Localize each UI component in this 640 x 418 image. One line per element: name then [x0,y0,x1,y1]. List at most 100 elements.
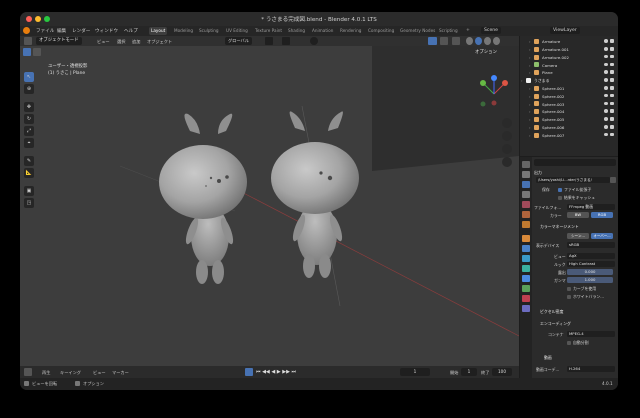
shading-material-icon[interactable] [484,37,491,45]
shading-wireframe-icon[interactable] [466,37,473,45]
editor-type-icon[interactable] [24,37,32,45]
visibility-icon[interactable] [428,37,437,45]
render-camera-icon[interactable] [610,93,614,98]
tab-scripting[interactable]: Scripting [437,27,460,35]
expand-chevron-icon[interactable]: › [529,63,531,68]
end-frame-field[interactable]: 100 [492,368,512,376]
particles-tab-icon[interactable] [522,255,530,262]
material-tab-icon[interactable] [522,295,530,302]
timeline[interactable]: 再生 キーイング ビュー マーカー ⏮ ◀◀ ◀ ▶ ▶▶ ⏭ 1 開始 1 終… [20,366,519,378]
outliner-row[interactable]: › Sphere.006 [520,124,618,132]
menu-add[interactable]: 追加 [132,39,140,45]
expand-chevron-icon[interactable]: › [529,133,531,138]
playback-controls-icon[interactable]: ⏮ ◀◀ ◀ ▶ ▶▶ ⏭ [256,369,296,375]
expand-chevron-icon[interactable]: › [529,70,531,75]
move-tool-icon[interactable]: ✥ [24,102,34,112]
render-camera-icon[interactable] [610,109,614,113]
menu-select[interactable]: 選択 [117,39,125,45]
add-object-tool-icon[interactable]: ◳ [24,198,34,208]
visibility-eye-icon[interactable] [604,70,608,74]
menu-object[interactable]: オブジェクト [147,39,172,45]
object-tab-icon[interactable] [522,235,530,242]
tab-rendering[interactable]: Rendering [338,27,363,35]
tab-shading[interactable]: Shading [286,27,307,35]
shading-rendered-icon[interactable] [493,37,500,45]
visibility-eye-icon[interactable] [604,86,608,90]
use-curves-checkbox[interactable] [567,286,571,291]
view-layer-selector[interactable]: ViewLayer [550,27,580,34]
output-properties-tab-icon[interactable] [522,181,530,188]
tool-properties-tab-icon[interactable] [522,161,530,168]
visibility-eye-icon[interactable] [604,117,608,121]
overlay-icon[interactable] [452,37,460,45]
current-frame-field[interactable]: 1 [400,368,430,376]
render-camera-icon[interactable] [610,125,614,129]
camera-view-icon[interactable] [502,144,512,154]
outliner-row[interactable]: › うさまる [520,77,618,85]
override-button[interactable]: オーバー... [591,233,613,239]
scene-tab-icon[interactable] [522,201,530,208]
cache-result-checkbox[interactable] [558,195,562,200]
properties-editor[interactable]: 出力 /Users/yoshi/Li...rder/うさまる/ 保存 ファイル拡… [520,157,618,390]
render-camera-icon[interactable] [610,70,614,74]
visibility-eye-icon[interactable] [604,109,608,113]
timeline-editor-type-icon[interactable] [24,368,32,376]
tab-modeling[interactable]: Modeling [172,27,195,35]
tab-geometry-nodes[interactable]: Geometry Nodes [398,27,437,35]
collection-tab-icon[interactable] [522,221,530,228]
physics-tab-icon[interactable] [522,265,530,272]
playback-menu[interactable]: 再生 [42,370,50,376]
visibility-eye-icon[interactable] [604,93,608,98]
tab-compositing[interactable]: Compositing [366,27,396,35]
modifier-tab-icon[interactable] [522,245,530,252]
transform-tool-icon[interactable]: ⌖ [24,138,34,148]
outliner-row[interactable]: › Armature.001 [520,46,618,54]
container-selector[interactable]: MPEG-4 [567,331,615,337]
expand-chevron-icon[interactable]: › [529,102,531,107]
rabbit-model-right[interactable] [271,111,359,278]
gamma-slider[interactable]: 1.000 [567,277,613,283]
rabbit-model-left[interactable] [159,113,247,284]
expand-chevron-icon[interactable]: › [529,47,531,52]
visibility-eye-icon[interactable] [604,62,608,67]
render-camera-icon[interactable] [610,132,614,137]
color-bw-button[interactable]: BW [567,212,589,218]
visibility-eye-icon[interactable] [604,78,608,82]
cursor-tool-icon[interactable]: ⊕ [24,84,34,94]
visibility-eye-icon[interactable] [604,54,608,59]
encoding-section-header[interactable]: エンコーディング [540,321,571,327]
display-device-selector[interactable]: sRGB [567,242,615,248]
tab-uv-editing[interactable]: UV Editing [224,27,250,35]
outliner-row[interactable]: › Sphere.005 [520,116,618,124]
outliner-row[interactable]: › Armature [520,38,618,46]
transform-orientation-selector[interactable]: グローバル [225,37,252,45]
render-camera-icon[interactable] [610,117,614,121]
pivot-icon[interactable] [265,37,273,45]
render-camera-icon[interactable] [610,62,614,67]
rotate-tool-icon[interactable]: ↻ [24,114,34,124]
select-box-tool-icon[interactable]: ↖ [24,72,34,82]
viewport-options-button[interactable]: オプション [475,49,497,55]
color-rgb-button[interactable]: RGB [591,212,613,218]
world-tab-icon[interactable] [522,211,530,218]
visibility-eye-icon[interactable] [604,125,608,129]
outliner-row[interactable]: › Sphere.007 [520,132,618,140]
outliner-row[interactable]: › Sphere.004 [520,108,618,116]
color-management-section-header[interactable]: カラーマネージメント [540,224,579,230]
expand-chevron-icon[interactable]: › [529,125,531,130]
perspective-toggle-icon[interactable] [502,157,512,167]
menu-file[interactable]: ファイル [36,28,54,34]
pan-view-icon[interactable] [502,131,512,141]
shading-solid-icon[interactable] [475,37,482,45]
exposure-slider[interactable]: 0.000 [567,269,613,275]
menu-window[interactable]: ウィンドウ [95,28,118,34]
constraints-tab-icon[interactable] [522,275,530,282]
scene-selector[interactable]: Scene [481,27,502,34]
keying-menu[interactable]: キーイング [60,370,81,376]
video-section-header[interactable]: 動画 [544,355,552,361]
measure-tool-icon[interactable]: 📐 [24,168,34,178]
outliner-row[interactable]: › Camera [520,61,618,69]
zoom-view-icon[interactable] [502,118,512,128]
video-codec-selector[interactable]: H.264 [567,366,615,372]
record-icon[interactable] [245,368,253,376]
